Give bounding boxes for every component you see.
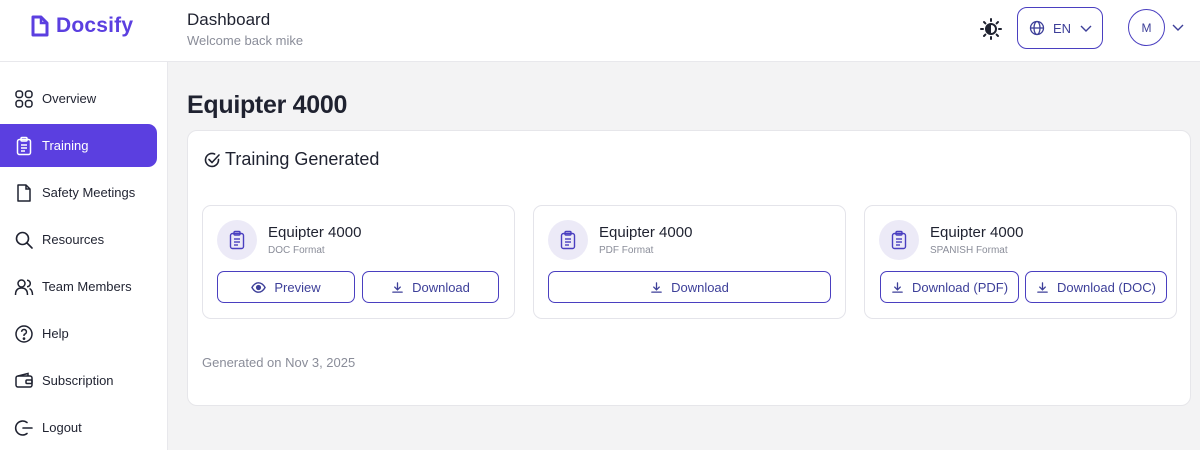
top-header: Docsify Dashboard Welcome back mike EN M bbox=[0, 0, 1200, 62]
brand-name: Docsify bbox=[56, 14, 134, 37]
file-icon bbox=[13, 182, 34, 203]
sidebar-item-label: Safety Meetings bbox=[42, 185, 136, 200]
download-doc-button[interactable]: Download (DOC) bbox=[1025, 271, 1167, 303]
sidebar-item-label: Help bbox=[42, 326, 69, 341]
clipboard-icon bbox=[891, 230, 907, 250]
panel-header: Training Generated bbox=[203, 149, 379, 170]
page-title: Equipter 4000 bbox=[187, 91, 348, 119]
sun-moon-icon bbox=[980, 18, 1002, 40]
globe-icon bbox=[1029, 20, 1045, 36]
card-icon-badge bbox=[548, 220, 588, 260]
sidebar-item-label: Team Members bbox=[42, 279, 132, 294]
card-format: DOC Format bbox=[268, 245, 325, 256]
download-icon bbox=[392, 281, 403, 293]
training-card-pdf: Equipter 4000 PDF Format Download bbox=[533, 205, 846, 319]
sidebar-item-resources[interactable]: Resources bbox=[0, 218, 157, 261]
download-button[interactable]: Download bbox=[362, 271, 499, 303]
sidebar-item-label: Subscription bbox=[42, 373, 114, 388]
users-icon bbox=[13, 276, 34, 297]
clipboard-icon bbox=[13, 135, 34, 156]
clipboard-icon bbox=[229, 230, 245, 250]
sidebar-item-help[interactable]: Help bbox=[0, 312, 157, 355]
sidebar-item-logout[interactable]: Logout bbox=[0, 406, 157, 449]
sidebar-item-team-members[interactable]: Team Members bbox=[0, 265, 157, 308]
sidebar-item-label: Resources bbox=[42, 232, 105, 247]
sidebar-item-training[interactable]: Training bbox=[0, 124, 157, 167]
training-card-spanish: Equipter 4000 SPANISH Format Download (P… bbox=[864, 205, 1177, 319]
download-icon bbox=[1037, 281, 1048, 293]
brand-logo[interactable]: Docsify bbox=[30, 14, 133, 38]
card-icon-badge bbox=[217, 220, 257, 260]
language-label: EN bbox=[1053, 20, 1072, 36]
download-icon bbox=[892, 281, 903, 293]
sidebar-item-safety-meetings[interactable]: Safety Meetings bbox=[0, 171, 157, 214]
sidebar-item-overview[interactable]: Overview bbox=[0, 77, 157, 120]
sidebar-item-label: Training bbox=[42, 138, 89, 153]
logout-icon bbox=[13, 417, 34, 438]
sidebar-item-label: Logout bbox=[42, 420, 82, 435]
wallet-icon bbox=[13, 370, 34, 391]
button-label: Download (PDF) bbox=[911, 279, 1009, 295]
card-icon-badge bbox=[879, 220, 919, 260]
download-pdf-button[interactable]: Download (PDF) bbox=[880, 271, 1019, 303]
theme-toggle-button[interactable] bbox=[978, 16, 1004, 42]
chevron-down-icon bbox=[1080, 25, 1092, 32]
button-label: Download (DOC) bbox=[1057, 279, 1156, 295]
check-circle-icon bbox=[204, 152, 220, 167]
training-panel: Training Generated Equipter 4000 DOC For… bbox=[187, 130, 1191, 406]
button-label: Download bbox=[412, 279, 470, 295]
user-avatar[interactable]: M bbox=[1128, 9, 1165, 46]
training-card-doc: Equipter 4000 DOC Format Preview Downloa… bbox=[202, 205, 515, 319]
docsify-logo-icon bbox=[31, 15, 49, 37]
download-icon bbox=[651, 281, 662, 293]
language-selector[interactable]: EN bbox=[1017, 7, 1103, 49]
chevron-down-icon[interactable] bbox=[1171, 20, 1185, 34]
download-button[interactable]: Download bbox=[548, 271, 831, 303]
sidebar: Overview Training Safety Meetings Resour… bbox=[0, 62, 168, 450]
header-title: Dashboard bbox=[187, 10, 271, 29]
sidebar-item-subscription[interactable]: Subscription bbox=[0, 359, 157, 402]
header-subtitle: Welcome back mike bbox=[187, 33, 304, 48]
button-label: Download bbox=[671, 279, 729, 295]
card-title: Equipter 4000 bbox=[268, 224, 362, 241]
sidebar-item-label: Overview bbox=[42, 91, 97, 106]
card-title: Equipter 4000 bbox=[599, 224, 693, 241]
card-format: PDF Format bbox=[599, 245, 654, 256]
grid-icon bbox=[13, 88, 34, 109]
button-label: Preview bbox=[274, 279, 321, 295]
card-format: SPANISH Format bbox=[930, 245, 1008, 256]
panel-title: Training Generated bbox=[225, 149, 380, 169]
card-title: Equipter 4000 bbox=[930, 224, 1024, 241]
help-circle-icon bbox=[13, 323, 34, 344]
search-icon bbox=[13, 229, 34, 250]
preview-button[interactable]: Preview bbox=[217, 271, 355, 303]
clipboard-icon bbox=[560, 230, 576, 250]
eye-icon bbox=[251, 281, 267, 293]
generated-date: Generated on Nov 3, 2025 bbox=[202, 355, 356, 370]
